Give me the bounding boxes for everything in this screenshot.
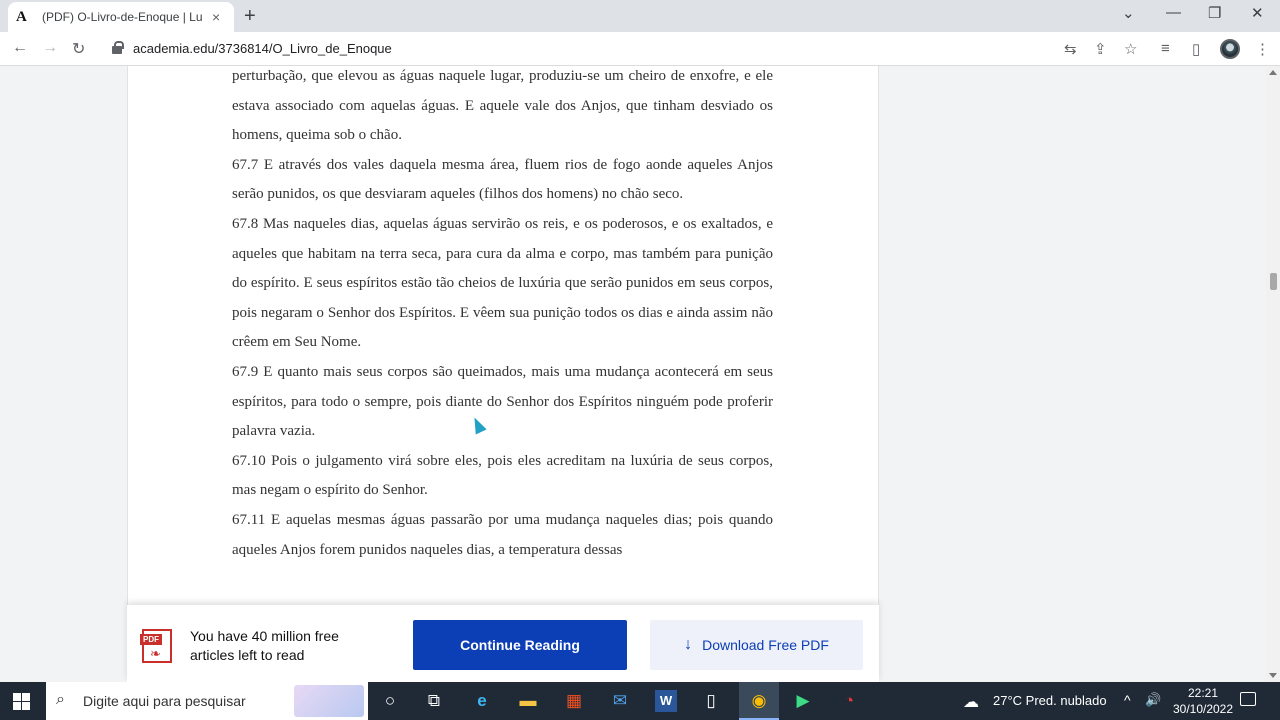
share-icon[interactable]: ⇪ (1094, 40, 1107, 58)
notification-icon[interactable] (1240, 692, 1256, 706)
paragraph: 67.11 E aquelas mesmas águas passarão po… (232, 511, 773, 558)
forward-button[interactable]: → (42, 39, 58, 57)
browser-tab[interactable]: A (PDF) O-Livro-de-Enoque | Lucin × (8, 2, 234, 32)
file-explorer-icon[interactable]: ▬ (517, 690, 539, 712)
restore-button[interactable]: ❐ (1208, 4, 1221, 22)
search-placeholder: Digite aqui para pesquisar (83, 693, 246, 709)
scroll-down-arrow-icon[interactable] (1269, 673, 1277, 678)
weather-cloud-icon[interactable]: ☁ (963, 692, 979, 712)
store-icon[interactable]: ▦ (563, 690, 585, 712)
new-tab-button[interactable]: + (244, 5, 256, 28)
address-bar[interactable]: academia.edu/3736814/O_Livro_de_Enoque (104, 36, 1156, 62)
mail-icon[interactable]: ✉ (609, 690, 631, 712)
paragraph: 67.10 Pois o julgamento virá sobre eles,… (232, 452, 773, 499)
cortana-icon[interactable]: ○ (379, 690, 401, 712)
tab-search-icon[interactable]: ⌄ (1122, 4, 1135, 22)
document-viewport[interactable]: perturbação, que elevou as águas naquele… (0, 66, 1266, 682)
menu-icon[interactable]: ⋮ (1255, 40, 1270, 58)
clock-app-icon[interactable]: ◔ (838, 690, 860, 712)
scrollbar-thumb[interactable] (1270, 273, 1277, 290)
windows-taskbar: ⌕ Digite aqui para pesquisar ○ ⧉ e ▬ ▦ ✉… (0, 682, 1280, 720)
pdf-file-icon: PDF ❧ (140, 629, 172, 663)
academia-favicon-icon: A (16, 8, 27, 25)
profile-avatar[interactable] (1220, 39, 1240, 59)
clock-date: 30/10/2022 (1172, 702, 1234, 716)
continue-reading-button[interactable]: Continue Reading (413, 620, 627, 670)
pdf-tag: PDF (140, 634, 162, 645)
close-window-button[interactable]: ✕ (1251, 4, 1264, 22)
paragraph: 67.9 E quanto mais seus corpos são queim… (232, 363, 773, 440)
reload-button[interactable]: ↻ (72, 39, 85, 59)
tab-close-icon[interactable]: × (212, 9, 220, 25)
file-icon[interactable]: ▯ (700, 690, 722, 712)
minimize-button[interactable]: — (1166, 4, 1181, 21)
volume-icon[interactable]: 🔊 (1145, 692, 1161, 708)
task-view-icon[interactable]: ⧉ (423, 690, 445, 712)
paragraph: 67.8 Mas naqueles dias, aquelas águas se… (232, 215, 773, 351)
chrome-icon[interactable]: ◉ (748, 690, 770, 712)
side-panel-icon[interactable]: ▯ (1192, 40, 1200, 58)
free-articles-message: You have 40 million free articles left t… (190, 628, 339, 663)
word-icon[interactable]: W (655, 690, 677, 712)
tab-title: (PDF) O-Livro-de-Enoque | Lucin (42, 10, 202, 24)
download-arrow-icon: ↓ (684, 636, 693, 653)
search-highlight-image (294, 685, 364, 717)
system-clock[interactable]: 22:21 30/10/2022 (1168, 685, 1238, 717)
vertical-scrollbar[interactable] (1266, 66, 1280, 682)
scroll-up-arrow-icon[interactable] (1269, 70, 1277, 75)
app-arrow-icon[interactable]: ▶ (792, 690, 814, 712)
translate-icon[interactable]: ⇆ (1064, 40, 1077, 58)
taskbar-search[interactable]: ⌕ Digite aqui para pesquisar (46, 682, 368, 720)
paragraph: 67.7 E através dos vales daquela mesma á… (232, 156, 773, 203)
free-pdf-banner: PDF ❧ You have 40 million free articles … (127, 605, 879, 682)
tab-strip: A (PDF) O-Livro-de-Enoque | Lucin × + ⌄ … (0, 0, 1280, 32)
document-text: perturbação, que elevou as águas naquele… (232, 66, 773, 565)
download-label: Download Free PDF (702, 637, 829, 653)
browser-toolbar: ← → ↻ academia.edu/3736814/O_Livro_de_En… (0, 32, 1280, 66)
bookmark-star-icon[interactable]: ☆ (1124, 40, 1137, 58)
clock-time: 22:21 (1187, 686, 1219, 700)
lock-icon[interactable] (112, 41, 124, 54)
weather-text[interactable]: 27°C Pred. nublado (993, 693, 1107, 708)
reading-list-icon[interactable]: ≡ (1161, 40, 1170, 57)
acrobat-swirl-icon: ❧ (150, 646, 161, 661)
download-free-pdf-button[interactable]: ↓ Download Free PDF (650, 620, 863, 670)
document-page: perturbação, que elevou as águas naquele… (127, 66, 879, 682)
start-windows-icon[interactable] (13, 693, 30, 710)
edge-icon[interactable]: e (471, 690, 493, 712)
back-button[interactable]: ← (12, 39, 28, 57)
search-icon: ⌕ (56, 691, 65, 708)
url-text: academia.edu/3736814/O_Livro_de_Enoque (133, 41, 392, 56)
tray-chevron-icon[interactable]: ^ (1124, 692, 1131, 708)
paragraph: perturbação, que elevou as águas naquele… (232, 68, 773, 144)
